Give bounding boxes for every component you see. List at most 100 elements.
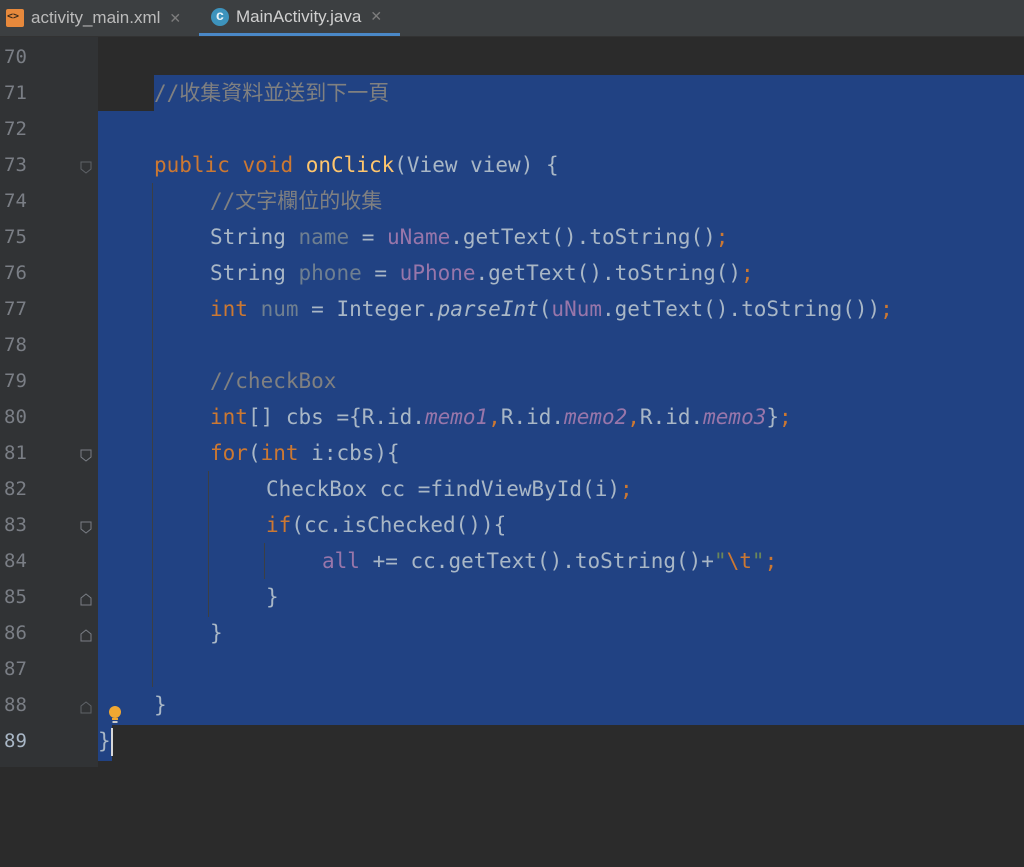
comment: //checkBox	[210, 369, 337, 393]
resource-id: memo1	[424, 405, 489, 429]
closing-brace: }	[98, 729, 111, 753]
semicolon: ;	[715, 225, 729, 249]
code-fragment: = Integer.	[298, 297, 438, 321]
code-text: String phone = uPhone.getText().toString…	[210, 255, 754, 291]
close-tab-icon[interactable]: ✕	[370, 8, 382, 25]
keyword: for	[210, 441, 248, 465]
code-fragment: .getText().toString()	[475, 261, 742, 285]
tab-activity-main-xml[interactable]: activity_main.xml ✕	[6, 0, 198, 36]
code-text: for(int i:cbs){	[210, 435, 400, 471]
code-fragment: R.id.	[639, 405, 704, 429]
code-line: 81 for(int i:cbs){	[0, 435, 1024, 471]
field-name: all	[322, 549, 360, 573]
semicolon: ;	[764, 549, 778, 573]
closing-brace: }	[266, 585, 279, 609]
semicolon: ;	[880, 297, 893, 321]
code-line: 78	[0, 327, 1024, 363]
semicolon: ;	[620, 477, 633, 501]
field-name: uPhone	[399, 261, 476, 285]
code-line: 70	[0, 39, 1024, 75]
code-line: 72	[0, 111, 1024, 147]
code-line: 87	[0, 651, 1024, 687]
intention-bulb-icon[interactable]	[108, 705, 122, 725]
code-line: 76 String phone = uPhone.getText().toStr…	[0, 255, 1024, 291]
tab-label: activity_main.xml	[31, 8, 161, 27]
code-fragment: (	[538, 297, 552, 321]
line-number: 80	[4, 406, 27, 428]
java-class-icon	[211, 7, 229, 26]
line-number: 72	[4, 118, 27, 140]
code-fragment: .getText().toString()	[450, 225, 716, 249]
code-line: 84 all += cc.getText().toString()+"\t";	[0, 543, 1024, 579]
code-line: 88 }	[0, 687, 1024, 723]
semicolon: ;	[779, 405, 792, 429]
resource-id: memo2	[564, 405, 628, 429]
closing-brace: }	[154, 693, 167, 717]
comma: ,	[627, 405, 640, 429]
keyword: int	[210, 297, 248, 321]
code-line: 82 CheckBox cc =findViewById(i);	[0, 471, 1024, 507]
text-caret	[111, 728, 113, 756]
keyword: int	[260, 441, 299, 465]
tab-mainactivity-java[interactable]: MainActivity.java ✕	[199, 0, 400, 36]
comma: ,	[488, 405, 501, 429]
local-variable: name	[298, 225, 350, 249]
keyword: void	[242, 153, 294, 177]
type-name: String	[210, 261, 286, 285]
code-line: 85 }	[0, 579, 1024, 615]
keyword: if	[266, 513, 292, 537]
line-number: 73	[4, 154, 27, 176]
code-fragment: R.id.	[500, 405, 565, 429]
line-number: 74	[4, 190, 27, 212]
keyword: int	[210, 405, 248, 429]
code-text: String name = uName.getText().toString()…	[210, 219, 728, 255]
code-fragment: += cc.getText().toString()+	[359, 549, 714, 573]
close-tab-icon[interactable]: ✕	[169, 10, 181, 27]
code-line: 75 String name = uName.getText().toStrin…	[0, 219, 1024, 255]
editor-tab-bar: activity_main.xml ✕ MainActivity.java ✕	[0, 0, 1024, 37]
code-text: CheckBox cc =findViewById(i);	[266, 471, 633, 507]
code-line: 83 if(cc.isChecked()){	[0, 507, 1024, 543]
code-text: public void onClick(View view) {	[154, 147, 559, 183]
line-number: 70	[4, 46, 27, 68]
comment: //收集資料並送到下一頁	[154, 81, 390, 105]
field-name: uName	[387, 225, 451, 249]
method-name: onClick	[305, 153, 395, 177]
line-number: 82	[4, 478, 27, 500]
line-number: 71	[4, 82, 27, 104]
code-text: int[] cbs ={R.id.memo1,R.id.memo2,R.id.m…	[210, 399, 792, 435]
escape-sequence: \t	[726, 549, 752, 573]
line-number: 84	[4, 550, 27, 572]
code-fragment: .getText().toString())	[602, 297, 881, 321]
code-line: 71 //收集資料並送到下一頁	[0, 75, 1024, 111]
xml-file-icon	[6, 9, 24, 27]
code-fragment: [] cbs ={R.id.	[247, 405, 425, 429]
static-method: parseInt	[437, 297, 539, 321]
line-number: 89	[4, 730, 27, 752]
code-line: 73 public void onClick(View view) {	[0, 147, 1024, 183]
local-variable: num	[260, 297, 299, 321]
code-fragment: =	[349, 225, 388, 249]
code-fragment: (	[247, 441, 261, 465]
line-number: 75	[4, 226, 27, 248]
closing-brace: }	[210, 621, 223, 645]
code-editor[interactable]: 70 71 //收集資料並送到下一頁 72 73 public void onC…	[0, 37, 1024, 767]
code-text: int num = Integer.parseInt(uNum.getText(…	[210, 291, 893, 327]
line-number: 87	[4, 658, 27, 680]
comment: //文字欄位的收集	[210, 189, 383, 213]
code-fragment: }	[766, 405, 780, 429]
code-line: 86 }	[0, 615, 1024, 651]
local-variable: phone	[298, 261, 362, 285]
line-number: 79	[4, 370, 27, 392]
code-line: 77 int num = Integer.parseInt(uNum.getTe…	[0, 291, 1024, 327]
keyword: public	[154, 153, 230, 177]
type-name: String	[210, 225, 286, 249]
string-quote: "	[713, 549, 727, 573]
line-number: 78	[4, 334, 27, 356]
string-quote: "	[751, 549, 765, 573]
code-line: 80 int[] cbs ={R.id.memo1,R.id.memo2,R.i…	[0, 399, 1024, 435]
field-name: uNum	[551, 297, 602, 321]
line-number: 77	[4, 298, 27, 320]
resource-id: memo3	[703, 405, 767, 429]
code-fragment: =	[361, 261, 400, 285]
